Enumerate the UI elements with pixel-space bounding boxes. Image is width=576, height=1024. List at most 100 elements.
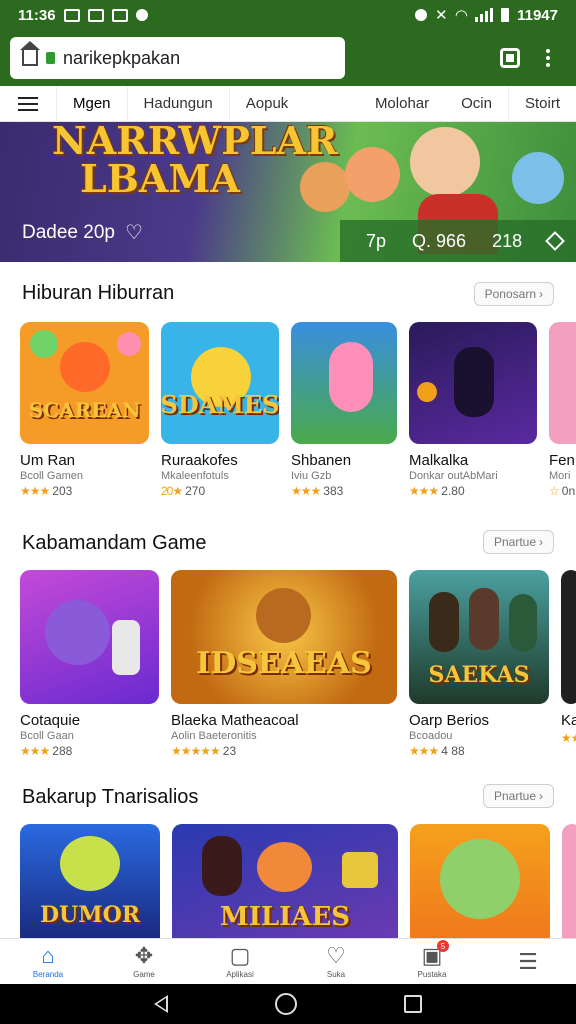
bottom-navigation: ⌂ Beranda ✥ Game ▢ Aplikasi ♡ Suka ▣ 5 P…	[0, 938, 576, 984]
nav-games[interactable]: ✥ Game	[109, 943, 179, 980]
section-more-button[interactable]: Pnartue ›	[482, 784, 554, 808]
character-boy-illustration	[410, 127, 480, 197]
app-name: Malkalka	[409, 452, 469, 469]
tab-6[interactable]: Stoirt	[507, 85, 576, 122]
section-title: Kabamandam Game	[22, 532, 207, 554]
app-card[interactable]: Cotaquie Bcoll Gaan ★★★ 288	[20, 570, 159, 758]
app-rating: ★★	[561, 731, 576, 745]
recent-apps-icon[interactable]	[404, 995, 423, 1013]
edit-icon[interactable]	[545, 231, 566, 251]
app-card[interactable]	[410, 824, 550, 938]
home-icon[interactable]	[20, 41, 40, 66]
app-rating: ★★★ 4 88	[409, 744, 465, 758]
star-icon: ☆	[549, 484, 560, 498]
notification-badge: 5	[437, 940, 449, 952]
app-name: Blaeka Matheacoal	[171, 712, 299, 729]
section-more-button[interactable]: Pnartue ›	[482, 530, 554, 554]
app-card[interactable]: Ka ★★	[561, 570, 576, 758]
app-developer: Mori	[549, 470, 571, 482]
heart-icon: ♡	[326, 943, 346, 968]
star-icon: ★★★	[291, 484, 321, 498]
nav-likes[interactable]: ♡ Suka	[301, 943, 371, 980]
app-art-text: SDAMES	[161, 389, 279, 419]
app-card[interactable]	[562, 824, 576, 938]
tab-switcher-icon[interactable]	[500, 48, 520, 68]
app-developer: Iviu Gzb	[291, 470, 332, 482]
banner-stat-2: Q. 966	[412, 230, 467, 251]
tab-5[interactable]: Ocin	[445, 86, 508, 122]
app-thumbnail: IDSEAEAS	[171, 570, 397, 704]
browser-toolbar: narikepkpakan	[0, 30, 576, 86]
nav-home[interactable]: ⌂ Beranda	[13, 944, 83, 980]
app-card[interactable]: MILIAES	[172, 824, 398, 938]
menu-icon[interactable]	[0, 96, 56, 111]
status-bar: 11:36 ✕ ◠ 11947	[0, 0, 576, 30]
app-card[interactable]: DUMOR	[20, 824, 160, 938]
section-recommendations: Bakarup Tnarisalios Pnartue › DUMOR MILIA…	[0, 770, 576, 938]
app-card[interactable]: SAEKAS Oarp Berios Bcoadou ★★★ 4 88	[409, 570, 549, 758]
app-art-text: IDSEAEAS	[196, 645, 372, 681]
back-icon[interactable]	[153, 995, 168, 1013]
app-rating: ★★★ 383	[291, 484, 344, 498]
app-card[interactable]: IDSEAEAS Blaeka Matheacoal Aolin Baetero…	[171, 570, 397, 758]
games-icon: ✥	[134, 943, 154, 968]
banner-subtitle: Dadee 20p ♡	[22, 220, 143, 245]
nav-menu[interactable]: ☰	[493, 949, 563, 974]
app-art-text: MILIAES	[219, 902, 351, 933]
battery-icon	[501, 8, 510, 22]
app-art-text: SAEKAS	[428, 661, 530, 688]
app-thumbnail	[20, 570, 159, 704]
url-text[interactable]: narikepkpakan	[63, 48, 180, 69]
system-navigation-bar	[0, 984, 576, 1024]
star-icon: 20★	[161, 484, 183, 498]
app-developer: Aolin Baeteronitis	[171, 730, 257, 742]
banner-stats: 7p Q. 966 218	[340, 220, 576, 262]
app-thumbnail: MILIAES	[172, 824, 398, 938]
section-more-button[interactable]: Ponosarn ›	[473, 282, 554, 306]
nav-apps[interactable]: ▢ Aplikasi	[205, 943, 275, 980]
star-icon: ★★★	[20, 744, 50, 758]
section-entertainment: Hiburan Hiburran Ponosarn › SCAREAN Um Ra…	[0, 262, 576, 512]
star-icon: ★★★	[20, 484, 50, 498]
app-name: Um Ran	[20, 452, 76, 469]
hero-banner[interactable]: NARRWPLAR LBAMA Dadee 20p ♡ 7p Q. 966 21…	[0, 122, 576, 262]
status-clock-right: 11947	[517, 6, 558, 24]
app-thumbnail	[409, 322, 537, 444]
star-icon: ★★★★★	[171, 744, 221, 758]
app-card[interactable]: Malkalka Donkar outAbMari ★★★ 2.80	[409, 322, 537, 498]
signal-icon	[475, 8, 494, 22]
more-icon[interactable]	[546, 49, 550, 67]
message-icon	[87, 8, 104, 22]
apps-icon: ▢	[229, 943, 251, 968]
character-creature-illustration	[512, 152, 564, 204]
tab-3[interactable]: Aopuk	[228, 85, 305, 122]
nav-library[interactable]: ▣ 5 Pustaka	[397, 940, 467, 979]
app-rating: ★★★ 203	[20, 484, 73, 498]
bluetooth-icon: ✕	[434, 7, 448, 24]
chevron-right-icon: ›	[539, 287, 543, 301]
tab-4[interactable]: Molohar	[359, 86, 445, 122]
app-art-text: DUMOR	[39, 902, 141, 929]
tab-1[interactable]: Mgen	[56, 85, 127, 122]
app-name: Cotaquie	[20, 712, 81, 729]
mail-icon	[111, 8, 128, 22]
lock-icon	[46, 52, 55, 64]
app-developer: Donkar outAbMari	[409, 470, 498, 482]
app-thumbnail	[549, 322, 576, 444]
app-card[interactable]: Shbanen Iviu Gzb ★★★ 383	[291, 322, 397, 498]
app-card[interactable]: SDAMES Ruraakofes Mkaleenfotuls 20★ 270	[161, 322, 279, 498]
heart-icon[interactable]: ♡	[125, 220, 143, 245]
app-name: Oarp Berios	[409, 712, 490, 729]
app-developer: Bcoadou	[409, 730, 453, 742]
app-developer: Bcoll Gaan	[20, 730, 74, 742]
tab-2[interactable]: Hadungun	[126, 85, 229, 122]
star-icon: ★★	[561, 731, 576, 745]
app-card[interactable]: SCAREAN Um Ran Bcoll Gamen ★★★ 203	[20, 322, 149, 498]
home-circle-icon[interactable]	[274, 993, 297, 1015]
app-thumbnail	[291, 322, 397, 444]
section-games: Kabamandam Game Pnartue › Cotaquie Bcoll …	[0, 512, 576, 770]
address-bar[interactable]: narikepkpakan	[10, 37, 345, 79]
image-icon	[63, 8, 80, 22]
wifi-icon: ◠	[455, 7, 468, 24]
app-card[interactable]: Fen Mori ☆ 0n	[549, 322, 576, 498]
